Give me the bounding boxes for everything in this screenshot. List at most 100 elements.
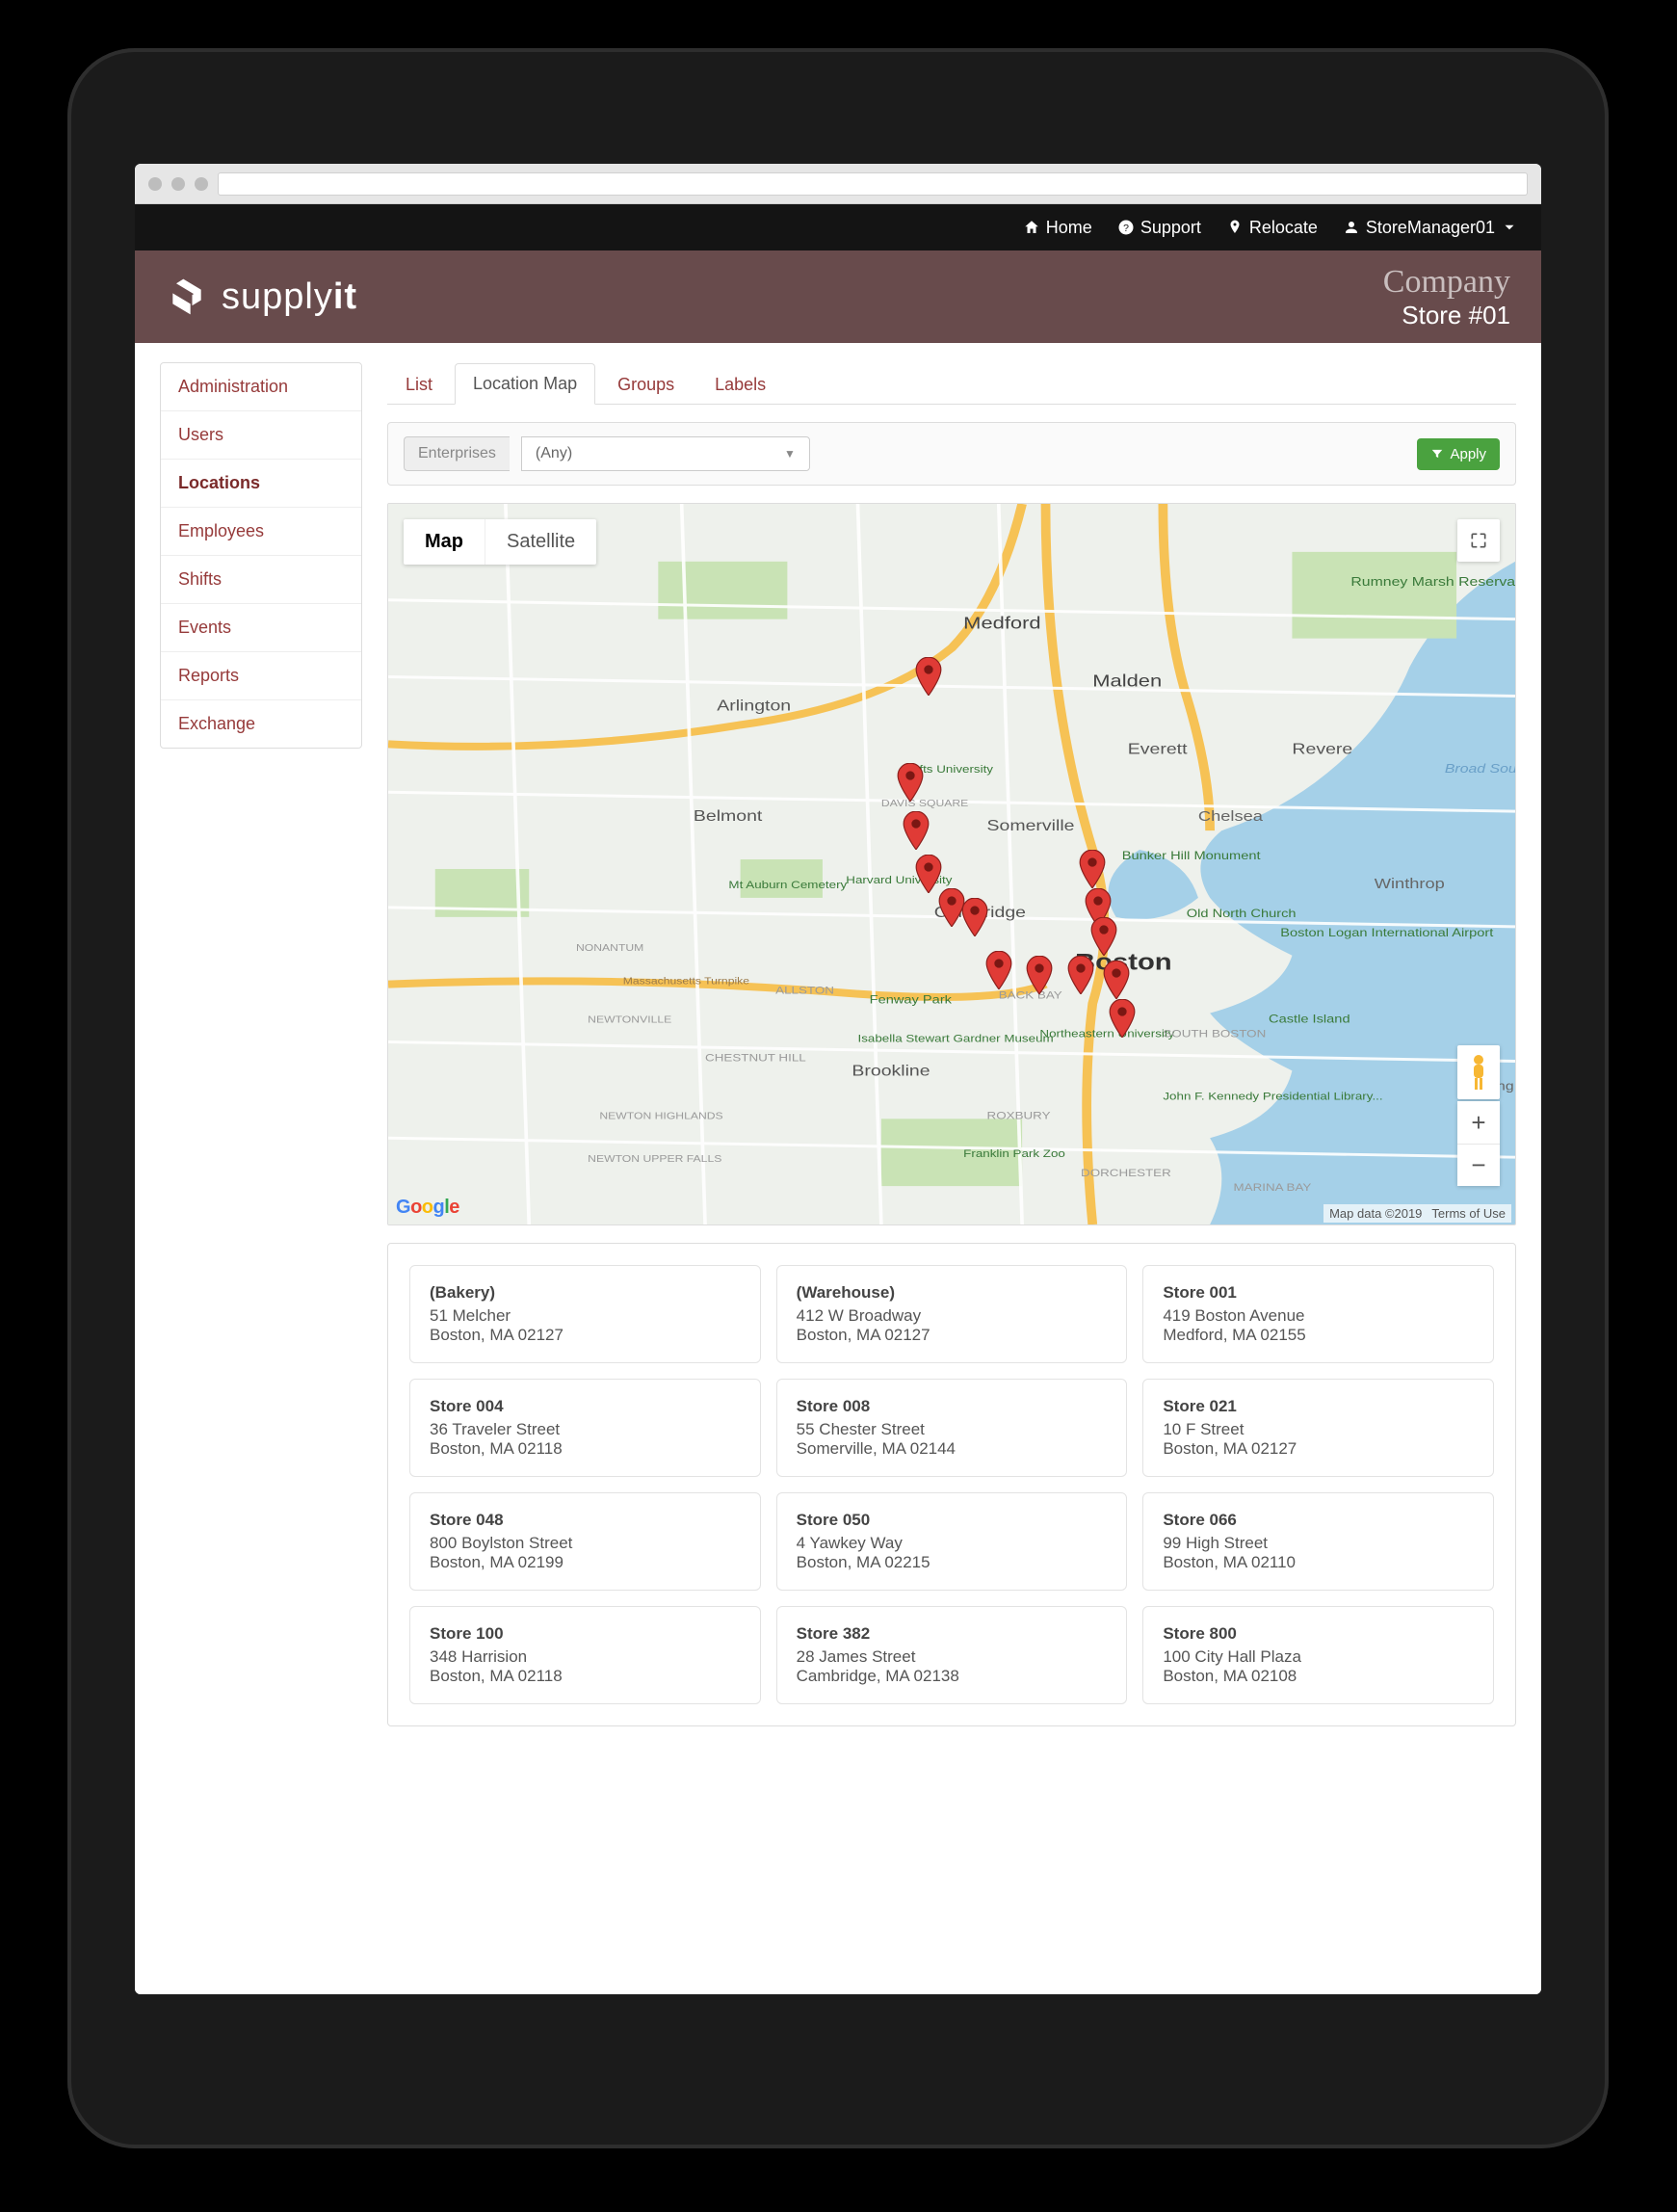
location-name: Store 021 — [1163, 1397, 1474, 1416]
location-card[interactable]: Store 06699 High StreetBoston, MA 02110 — [1142, 1492, 1494, 1591]
tab-list[interactable]: List — [387, 364, 451, 405]
sidebar-item-exchange[interactable]: Exchange — [161, 700, 361, 748]
home-icon — [1023, 219, 1040, 236]
map-label: Revere — [1292, 740, 1352, 757]
location-name: Store 382 — [797, 1624, 1108, 1644]
map-pin[interactable] — [1079, 850, 1106, 888]
location-card[interactable]: Store 02110 F StreetBoston, MA 02127 — [1142, 1379, 1494, 1477]
map-pin[interactable] — [1067, 956, 1094, 994]
location-addr1: 4 Yawkey Way — [797, 1534, 1108, 1553]
user-icon — [1343, 219, 1360, 236]
location-addr2: Boston, MA 02118 — [430, 1439, 741, 1459]
location-card[interactable]: Store 00436 Traveler StreetBoston, MA 02… — [409, 1379, 761, 1477]
brand-name: supplyit — [222, 276, 357, 318]
url-bar[interactable] — [218, 172, 1528, 196]
location-name: Store 048 — [430, 1511, 741, 1530]
location-card[interactable]: (Bakery)51 MelcherBoston, MA 02127 — [409, 1265, 761, 1363]
brand-name-left: supply — [222, 276, 333, 317]
map-type-map[interactable]: Map — [404, 519, 485, 565]
location-name: Store 066 — [1163, 1511, 1474, 1530]
sidebar-item-events[interactable]: Events — [161, 604, 361, 652]
zoom-in-button[interactable]: + — [1457, 1101, 1500, 1144]
map-pin[interactable] — [1090, 917, 1117, 956]
locations-panel: (Bakery)51 MelcherBoston, MA 02127(Wareh… — [387, 1243, 1516, 1726]
map-pin[interactable] — [985, 951, 1012, 989]
brand-bar: supplyit Company Store #01 — [135, 250, 1541, 343]
nav-support[interactable]: ? Support — [1117, 218, 1201, 238]
map-pin[interactable] — [961, 898, 988, 936]
map-terms-link[interactable]: Terms of Use — [1431, 1206, 1506, 1221]
sidebar-item-employees[interactable]: Employees — [161, 508, 361, 556]
map-label: Franklin Park Zoo — [963, 1147, 1065, 1160]
tabs: ListLocation MapGroupsLabels — [387, 362, 1516, 405]
apply-button[interactable]: Apply — [1417, 438, 1500, 470]
sidebar-item-administration[interactable]: Administration — [161, 363, 361, 411]
location-addr2: Boston, MA 02127 — [430, 1326, 741, 1345]
tab-location-map[interactable]: Location Map — [455, 363, 595, 405]
zoom-out-button[interactable]: − — [1457, 1144, 1500, 1186]
map-label: Rumney Marsh Reservation — [1350, 575, 1515, 589]
location-card[interactable]: Store 00855 Chester StreetSomerville, MA… — [776, 1379, 1128, 1477]
pegman-icon — [1468, 1053, 1489, 1092]
traffic-light-zoom[interactable] — [195, 177, 208, 191]
tab-groups[interactable]: Groups — [599, 364, 693, 405]
nav-home[interactable]: Home — [1023, 218, 1092, 238]
sidebar-item-shifts[interactable]: Shifts — [161, 556, 361, 604]
traffic-light-minimize[interactable] — [171, 177, 185, 191]
map-label: Broad Sound — [1445, 763, 1515, 777]
map-panel[interactable]: MedfordMaldenArlingtonEverettRevereBelmo… — [387, 503, 1516, 1225]
location-card[interactable]: Store 0504 Yawkey WayBoston, MA 02215 — [776, 1492, 1128, 1591]
location-card[interactable]: Store 048800 Boylston StreetBoston, MA 0… — [409, 1492, 761, 1591]
map-pin[interactable] — [1103, 961, 1130, 999]
screen: Home ? Support Relocate StoreManager01 — [135, 164, 1541, 1994]
location-card[interactable]: Store 100348 HarrisionBoston, MA 02118 — [409, 1606, 761, 1704]
map-pin[interactable] — [903, 811, 930, 850]
map-label: CHESTNUT HILL — [705, 1052, 806, 1065]
location-name: Store 100 — [430, 1624, 741, 1644]
map-pin[interactable] — [897, 763, 924, 802]
apply-button-label: Apply — [1450, 446, 1486, 462]
map-label: Winthrop — [1375, 875, 1445, 891]
sidebar-item-users[interactable]: Users — [161, 411, 361, 460]
nav-relocate[interactable]: Relocate — [1226, 218, 1318, 238]
map-pin[interactable] — [1109, 999, 1136, 1038]
sidebar: AdministrationUsersLocationsEmployeesShi… — [160, 362, 362, 749]
location-addr1: 800 Boylston Street — [430, 1534, 741, 1553]
company-name: Company — [1383, 264, 1510, 301]
map-type-toggle: Map Satellite — [404, 519, 596, 565]
tab-labels[interactable]: Labels — [696, 364, 784, 405]
nav-support-label: Support — [1140, 218, 1201, 238]
location-addr2: Cambridge, MA 02138 — [797, 1667, 1108, 1686]
map-label: Bunker Hill Monument — [1122, 849, 1261, 861]
map-pin[interactable] — [1026, 956, 1053, 994]
map-label: Fenway Park — [870, 993, 953, 1006]
map-label: Old North Church — [1187, 907, 1297, 919]
map-label: Isabella Stewart Gardner Museum — [858, 1033, 1054, 1045]
enterprise-select[interactable]: (Any) ▼ — [521, 436, 810, 471]
map-type-satellite[interactable]: Satellite — [485, 519, 596, 565]
map-pin[interactable] — [915, 657, 942, 696]
main: ListLocation MapGroupsLabels Enterprises… — [387, 362, 1516, 1975]
map-label: Chelsea — [1198, 808, 1264, 825]
sidebar-item-reports[interactable]: Reports — [161, 652, 361, 700]
map-label: Everett — [1128, 740, 1188, 757]
sidebar-item-locations[interactable]: Locations — [161, 460, 361, 508]
location-card[interactable]: Store 800100 City Hall PlazaBoston, MA 0… — [1142, 1606, 1494, 1704]
location-addr2: Boston, MA 02127 — [797, 1326, 1108, 1345]
caret-down-icon: ▼ — [784, 447, 796, 461]
map-label: Arlington — [717, 697, 791, 714]
traffic-light-close[interactable] — [148, 177, 162, 191]
location-card[interactable]: (Warehouse)412 W BroadwayBoston, MA 0212… — [776, 1265, 1128, 1363]
map-label: NONANTUM — [576, 943, 643, 954]
nav-user[interactable]: StoreManager01 — [1343, 218, 1518, 238]
content: AdministrationUsersLocationsEmployeesShi… — [135, 343, 1541, 1994]
chevron-down-icon — [1501, 219, 1518, 236]
location-card[interactable]: Store 38228 James StreetCambridge, MA 02… — [776, 1606, 1128, 1704]
location-card[interactable]: Store 001419 Boston AvenueMedford, MA 02… — [1142, 1265, 1494, 1363]
brand-logo-icon — [166, 276, 208, 318]
map-label: Belmont — [694, 807, 763, 825]
filter-bar: Enterprises (Any) ▼ Apply — [387, 422, 1516, 486]
fullscreen-button[interactable] — [1457, 519, 1500, 562]
browser-chrome — [135, 164, 1541, 204]
pegman-button[interactable] — [1457, 1045, 1500, 1099]
